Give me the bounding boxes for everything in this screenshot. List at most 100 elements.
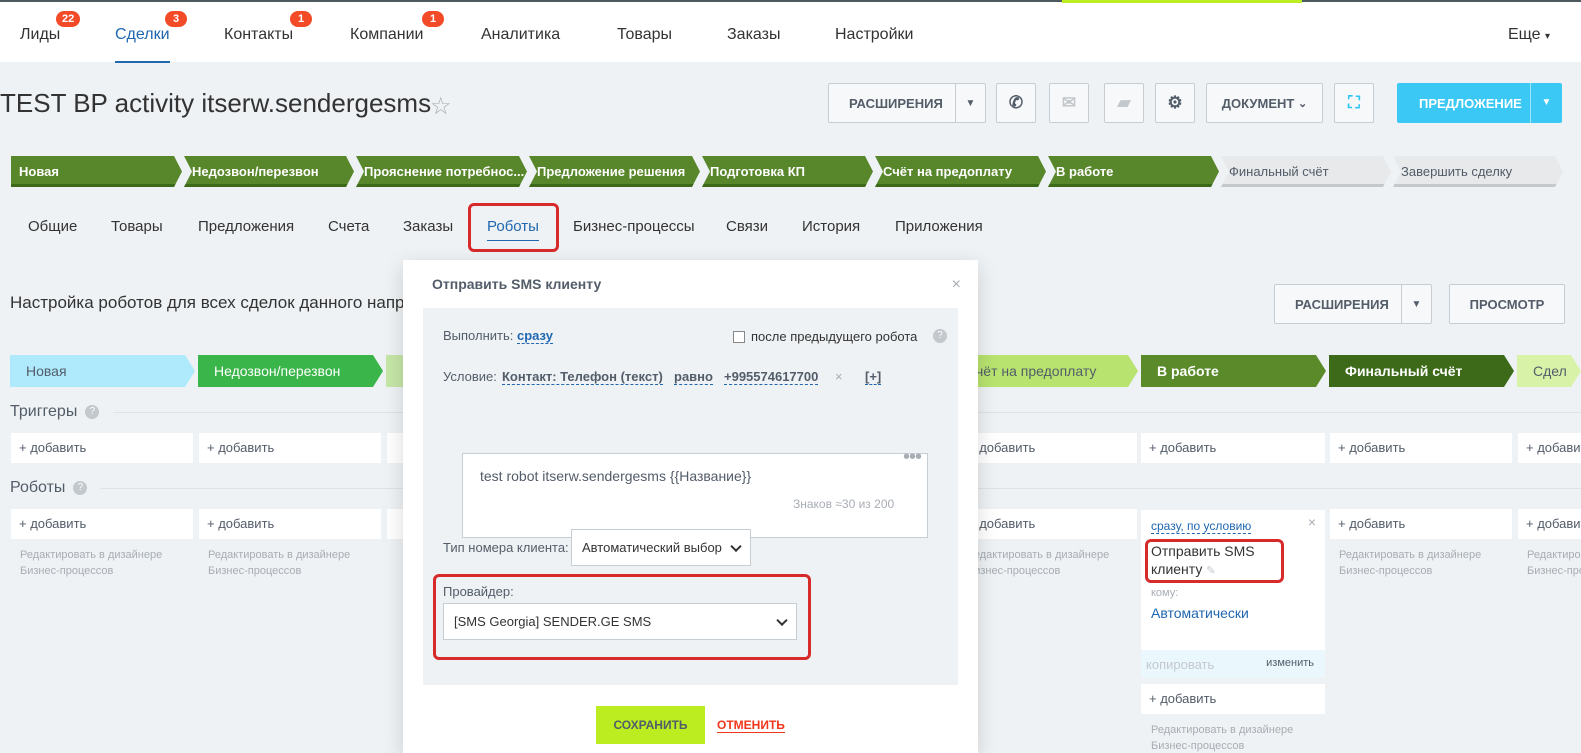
- companies-badge: 1: [422, 11, 444, 27]
- contacts-badge: 1: [290, 11, 312, 27]
- add-robot-button[interactable]: + добавить: [1141, 684, 1325, 714]
- help-icon[interactable]: ?: [933, 329, 947, 343]
- designer-hint[interactable]: Редактировать в дизайнереБизнес-процессо…: [1151, 722, 1331, 753]
- cancel-button[interactable]: ОТМЕНИТЬ: [717, 718, 785, 733]
- phone-type-select[interactable]: Автоматический выбор: [571, 529, 751, 566]
- robot-stage-close: Сдел: [1517, 355, 1581, 387]
- designer-hint[interactable]: Редактировать в дизайнереБизнес-процессо…: [1527, 547, 1581, 579]
- condition-operator-link[interactable]: равно: [674, 369, 713, 385]
- divider: [113, 412, 403, 413]
- propose-button[interactable]: ПРЕДЛОЖЕНИЕ ▼: [1397, 83, 1562, 123]
- stage-proposal-prep[interactable]: Подготовка КП: [702, 156, 873, 187]
- document-button[interactable]: ДОКУМЕНТ ⌄: [1206, 83, 1323, 123]
- robot-stage-prepayment: чёт на предоплату: [960, 355, 1138, 387]
- save-button[interactable]: СОХРАНИТЬ: [596, 706, 705, 744]
- stage-needs[interactable]: Прояснение потребнос...: [356, 156, 527, 187]
- nav-item-products[interactable]: Товары: [617, 26, 672, 44]
- after-previous-row[interactable]: после предыдущего робота: [733, 329, 917, 344]
- add-robot-button[interactable]: + добавить: [1330, 509, 1512, 539]
- nav-item-contacts[interactable]: Контакты 1: [224, 11, 312, 44]
- tab-apps[interactable]: Приложения: [895, 218, 983, 235]
- robot-condition-link[interactable]: сразу, по условию: [1151, 519, 1252, 534]
- stage-no-answer[interactable]: Недозвон/перезвон: [184, 156, 354, 187]
- chevron-down-icon[interactable]: ▼: [1530, 83, 1562, 123]
- nav-item-orders[interactable]: Заказы: [727, 26, 780, 44]
- robot-to-label: кому:: [1151, 587, 1179, 599]
- add-trigger-button[interactable]: + добавить: [1141, 433, 1325, 463]
- stage-new[interactable]: Новая: [11, 156, 182, 187]
- nav-more[interactable]: Еще ▾: [1508, 26, 1550, 44]
- help-icon[interactable]: ?: [85, 405, 100, 419]
- designer-hint[interactable]: Редактировать в дизайнереБизнес-процессо…: [208, 547, 388, 579]
- condition-field-link[interactable]: Контакт: Телефон (текст): [502, 369, 663, 385]
- stage-solution[interactable]: Предложение решения: [529, 156, 700, 187]
- edit-link[interactable]: изменить: [1266, 657, 1314, 669]
- mail-icon[interactable]: ✉: [1049, 83, 1089, 123]
- add-robot-button[interactable]: + добавить: [11, 509, 193, 539]
- robot-card-send-sms[interactable]: сразу, по условию × Отправить SMS клиенту…: [1141, 510, 1325, 678]
- execute-link[interactable]: сразу: [517, 328, 553, 344]
- robot-stage-final-invoice: Финальный счёт: [1329, 355, 1514, 387]
- add-robot-button[interactable]: + добавить: [199, 509, 381, 539]
- add-robot-button[interactable]: [387, 509, 403, 539]
- after-previous-checkbox[interactable]: [733, 331, 745, 343]
- chevron-down-icon[interactable]: ▼: [1401, 285, 1431, 323]
- extensions-button[interactable]: РАСШИРЕНИЯ ▼: [828, 83, 986, 123]
- nav-item-analytics[interactable]: Аналитика: [481, 26, 560, 44]
- triggers-label: Триггеры?: [10, 403, 100, 421]
- add-trigger-button[interactable]: + добавить: [968, 433, 1137, 463]
- designer-hint[interactable]: Редактировать в дизайнереБизнес-процессо…: [1339, 547, 1519, 579]
- robot-to-value: Автоматически: [1151, 605, 1249, 621]
- scan-icon[interactable]: ⛶: [1334, 83, 1374, 123]
- nav-item-companies[interactable]: Компании 1: [350, 11, 444, 44]
- more-icon[interactable]: •••: [903, 446, 922, 469]
- tab-history[interactable]: История: [802, 218, 860, 235]
- message-textarea[interactable]: test robot itserw.sendergesms {{Название…: [462, 453, 928, 538]
- nav-item-settings[interactable]: Настройки: [835, 26, 913, 44]
- add-trigger-button[interactable]: + добавить: [199, 433, 381, 463]
- stage-prepayment[interactable]: Счёт на предоплату: [875, 156, 1046, 187]
- add-trigger-button[interactable]: + добавить: [1330, 433, 1512, 463]
- add-condition-link[interactable]: [+]: [865, 369, 882, 385]
- chevron-down-icon: ⌄: [1297, 97, 1308, 110]
- add-trigger-button[interactable]: [387, 433, 403, 463]
- preview-button[interactable]: ПРОСМОТР: [1449, 284, 1565, 324]
- nav-item-leads[interactable]: Лиды 22: [20, 11, 81, 44]
- tab-proposals[interactable]: Предложения: [198, 218, 294, 235]
- designer-hint[interactable]: Редактировать в дизайнереБизнес-процессо…: [967, 547, 1134, 579]
- gear-icon[interactable]: ⚙: [1155, 83, 1195, 123]
- add-trigger-button[interactable]: + добавить: [1518, 433, 1581, 463]
- send-sms-dialog: Отправить SMS клиенту × Выполнить: сразу…: [403, 260, 978, 753]
- tab-links[interactable]: Связи: [726, 218, 768, 235]
- leads-badge: 22: [56, 11, 81, 27]
- deals-badge: 3: [165, 11, 187, 27]
- condition-value-link[interactable]: +995574617700: [724, 369, 819, 385]
- tab-orders[interactable]: Заказы: [403, 218, 453, 235]
- copy-link[interactable]: копировать: [1146, 657, 1214, 672]
- chevron-down-icon[interactable]: ▼: [955, 84, 985, 122]
- add-robot-button[interactable]: + добавить: [1518, 509, 1581, 539]
- stage-in-progress[interactable]: В работе: [1048, 156, 1219, 187]
- add-trigger-button[interactable]: + добавить: [11, 433, 193, 463]
- stage-close-deal[interactable]: Завершить сделку: [1393, 156, 1563, 187]
- tab-products[interactable]: Товары: [111, 218, 163, 235]
- star-icon[interactable]: ☆: [430, 92, 452, 121]
- robots-extensions-button[interactable]: РАСШИРЕНИЯ ▼: [1274, 284, 1432, 324]
- robots-label: Роботы?: [10, 479, 88, 497]
- tab-general[interactable]: Общие: [28, 218, 77, 235]
- close-icon[interactable]: ×: [952, 276, 961, 294]
- remove-condition-icon[interactable]: ×: [835, 369, 843, 384]
- robots-heading: Настройка роботов для всех сделок данног…: [10, 293, 414, 312]
- chevron-down-icon: [730, 540, 742, 552]
- add-robot-button[interactable]: + добавить: [968, 509, 1137, 539]
- chat-icon[interactable]: ▰: [1104, 83, 1144, 123]
- tab-business-processes[interactable]: Бизнес-процессы: [573, 218, 695, 235]
- stage-final-invoice[interactable]: Финальный счёт: [1221, 156, 1391, 187]
- close-icon[interactable]: ×: [1308, 514, 1316, 530]
- nav-item-deals[interactable]: Сделки 3: [115, 11, 187, 63]
- tab-invoices[interactable]: Счета: [328, 218, 369, 235]
- highlight-provider: [433, 574, 811, 660]
- designer-hint[interactable]: Редактировать в дизайнереБизнес-процессо…: [20, 547, 200, 579]
- help-icon[interactable]: ?: [73, 481, 88, 495]
- phone-icon[interactable]: ✆: [996, 83, 1036, 123]
